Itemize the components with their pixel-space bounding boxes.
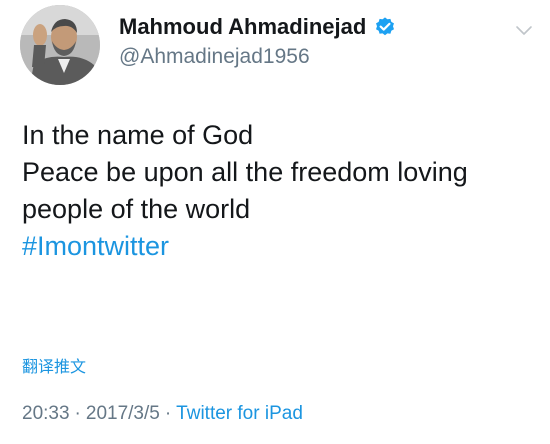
tweet-line: Peace be upon all the freedom loving [22,157,468,187]
tweet-time[interactable]: 20:33 [22,403,70,424]
tweet-date[interactable]: 2017/3/5 [86,403,160,424]
tweet-source-link[interactable]: Twitter for iPad [176,403,303,424]
translate-tweet-link[interactable]: 翻译推文 [22,353,86,377]
author-name-row: Mahmoud Ahmadinejad [119,14,396,40]
display-name[interactable]: Mahmoud Ahmadinejad [119,14,366,40]
meta-separator: · [164,403,172,424]
meta-separator: · [74,403,81,424]
hashtag-link[interactable]: #Imontwitter [22,231,169,261]
tweet-text: In the name of God Peace be upon all the… [22,117,532,265]
tweet-metadata: 20:33 · 2017/3/5 · Twitter for iPad [22,402,303,426]
tweet-line: people of the world [22,194,251,224]
avatar[interactable] [20,5,100,85]
tweet-line: In the name of God [22,120,254,150]
chevron-down-icon[interactable] [514,20,534,40]
author-handle[interactable]: @Ahmadinejad1956 [119,44,310,70]
avatar-image [20,5,100,85]
verified-badge-icon [374,16,396,38]
tweet-card: Mahmoud Ahmadinejad @Ahmadinejad1956 In … [0,0,550,444]
